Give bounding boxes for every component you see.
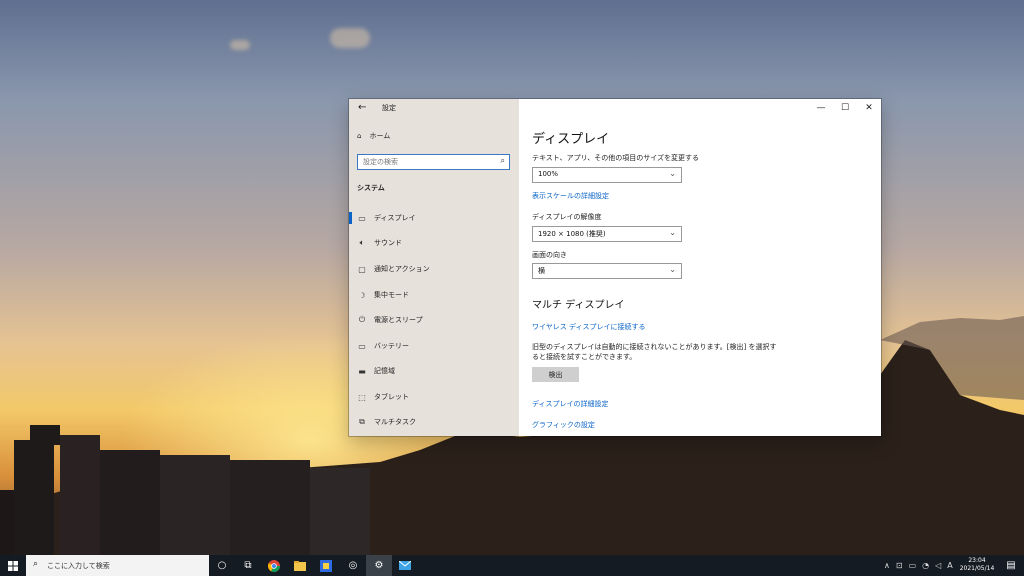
clock-time: 23:04	[968, 557, 986, 564]
back-arrow-icon[interactable]: ←	[358, 102, 366, 113]
folder-icon	[294, 560, 306, 571]
sidebar-item-home[interactable]: ⌂ ホーム	[357, 131, 390, 141]
chrome-icon[interactable]	[261, 555, 287, 576]
sidebar-item-focus-assist[interactable]: ☽ 集中モード	[349, 285, 519, 305]
window-title: 設定	[382, 104, 396, 112]
app-icon[interactable]	[313, 555, 339, 576]
chevron-down-icon: ⌄	[669, 265, 676, 274]
sidebar-item-battery[interactable]: ▭ バッテリー	[349, 336, 519, 356]
terminal-icon[interactable]: ◎	[340, 555, 366, 576]
detect-button[interactable]: 検出	[532, 367, 579, 382]
volume-icon[interactable]: ◁	[935, 561, 941, 570]
chevron-down-icon: ⌄	[669, 228, 676, 237]
sidebar-item-label: ディスプレイ	[374, 214, 416, 222]
ime-indicator[interactable]: A	[947, 561, 952, 570]
taskbar-clock[interactable]: 23:04 2021/05/14	[958, 557, 996, 573]
taskbar-search-input[interactable]: ここに入力して検索	[47, 561, 110, 571]
sidebar-item-display[interactable]: ▭ ディスプレイ	[349, 208, 519, 228]
wifi-icon[interactable]: ◔	[922, 561, 929, 570]
network-icon[interactable]: ⊡	[896, 561, 903, 570]
advanced-display-link[interactable]: ディスプレイの詳細設定	[532, 399, 609, 409]
wireless-display-link[interactable]: ワイヤレス ディスプレイに接続する	[532, 322, 646, 332]
speaker-icon: 🔈︎	[359, 238, 365, 247]
sidebar-item-label: マルチタスク	[374, 418, 416, 426]
battery-icon: ▭	[358, 341, 366, 351]
chrome-logo	[268, 559, 280, 572]
search-icon[interactable]: ⌕	[501, 156, 505, 166]
search-input[interactable]: 設定の検索	[363, 157, 398, 167]
sidebar-item-sound[interactable]: 🔈︎ サウンド	[349, 233, 519, 253]
envelope-icon	[399, 561, 411, 570]
start-button[interactable]	[0, 555, 26, 576]
storage-icon: ▬	[358, 366, 366, 376]
sidebar-item-notifications[interactable]: ▢ 通知とアクション	[349, 259, 519, 279]
scale-label: テキスト、アプリ、その他の項目のサイズを変更する	[532, 154, 700, 162]
multitask-icon: ⧉	[359, 417, 365, 426]
resolution-dropdown[interactable]: 1920 × 1080 (推奨) ⌄	[532, 226, 682, 242]
sidebar-item-label: タブレット	[374, 393, 409, 401]
monitor-icon: ▭	[358, 213, 366, 223]
taskbar-search-box[interactable]: ⌕ ここに入力して検索	[26, 555, 209, 576]
maximize-button[interactable]: ☐	[833, 99, 857, 117]
chevron-up-icon[interactable]: ∧	[884, 561, 890, 570]
section-title: システム	[357, 184, 385, 192]
close-button[interactable]: ✕	[857, 99, 881, 117]
power-icon: ⏻	[358, 315, 366, 324]
sidebar-item-label: 通知とアクション	[374, 265, 430, 273]
system-tray: ∧ ⊡ ▭ ◔ ◁ A	[884, 555, 953, 576]
resolution-value: 1920 × 1080 (推奨)	[538, 230, 606, 238]
main-panel: — ☐ ✕ ディスプレイ テキスト、アプリ、その他の項目のサイズを変更する 10…	[519, 99, 881, 436]
scale-dropdown[interactable]: 100% ⌄	[532, 167, 682, 183]
windows-logo-icon	[8, 560, 18, 571]
taskbar: ⌕ ここに入力して検索 ○ ⧉ ◎ ⚙ ∧ ⊡ ▭ ◔ ◁ A 23:04 20…	[0, 555, 1024, 576]
search-icon: ⌕	[33, 559, 39, 569]
file-explorer-icon[interactable]	[287, 555, 313, 576]
chevron-down-icon: ⌄	[669, 169, 676, 178]
sidebar: ← 設定 ⌂ ホーム 設定の検索 ⌕ システム ▭ ディスプレイ 🔈︎ サウンド…	[349, 99, 519, 436]
sidebar-item-power[interactable]: ⏻ 電源とスリープ	[349, 310, 519, 330]
home-icon: ⌂	[357, 132, 362, 140]
scale-value: 100%	[538, 170, 559, 178]
sidebar-item-storage[interactable]: ▬ 記憶域	[349, 361, 519, 381]
clock-date: 2021/05/14	[959, 565, 995, 572]
window-controls: — ☐ ✕	[809, 99, 881, 117]
detect-description: 旧型のディスプレイは自動的に接続されないことがあります。[検出] を選択すると接…	[532, 343, 777, 361]
sidebar-item-label: 記憶域	[374, 367, 395, 375]
battery-icon[interactable]: ▭	[909, 561, 917, 570]
mail-icon[interactable]	[392, 555, 418, 576]
home-label: ホーム	[369, 132, 391, 140]
notification-icon[interactable]: ▤	[998, 555, 1024, 576]
orientation-dropdown[interactable]: 横 ⌄	[532, 263, 682, 279]
sidebar-item-label: バッテリー	[374, 342, 409, 350]
settings-search-box[interactable]: 設定の検索 ⌕	[357, 154, 510, 170]
tablet-icon: ⬚	[358, 392, 366, 402]
orientation-value: 横	[538, 267, 545, 275]
cortana-icon[interactable]: ○	[209, 555, 235, 576]
titlebar: ← 設定	[349, 99, 519, 117]
task-view-icon[interactable]: ⧉	[235, 555, 261, 576]
graphics-settings-link[interactable]: グラフィックの設定	[532, 420, 595, 430]
settings-gear-icon[interactable]: ⚙	[366, 555, 392, 576]
settings-window: ← 設定 ⌂ ホーム 設定の検索 ⌕ システム ▭ ディスプレイ 🔈︎ サウンド…	[349, 99, 881, 436]
multi-display-heading: マルチ ディスプレイ	[532, 300, 625, 311]
message-icon: ▢	[358, 264, 366, 274]
app-logo-icon	[320, 559, 332, 572]
advanced-scaling-link[interactable]: 表示スケールの詳細設定	[532, 191, 609, 201]
resolution-label: ディスプレイの解像度	[532, 213, 602, 221]
sidebar-item-label: 集中モード	[374, 291, 409, 299]
sidebar-item-label: サウンド	[374, 239, 402, 247]
sidebar-item-tablet[interactable]: ⬚ タブレット	[349, 387, 519, 407]
page-title: ディスプレイ	[532, 132, 610, 147]
orientation-label: 画面の向き	[532, 251, 567, 259]
minimize-button[interactable]: —	[809, 99, 833, 117]
moon-icon: ☽	[358, 290, 366, 300]
sidebar-item-label: 電源とスリープ	[374, 316, 423, 324]
sidebar-item-multitasking[interactable]: ⧉ マルチタスク	[349, 412, 519, 432]
